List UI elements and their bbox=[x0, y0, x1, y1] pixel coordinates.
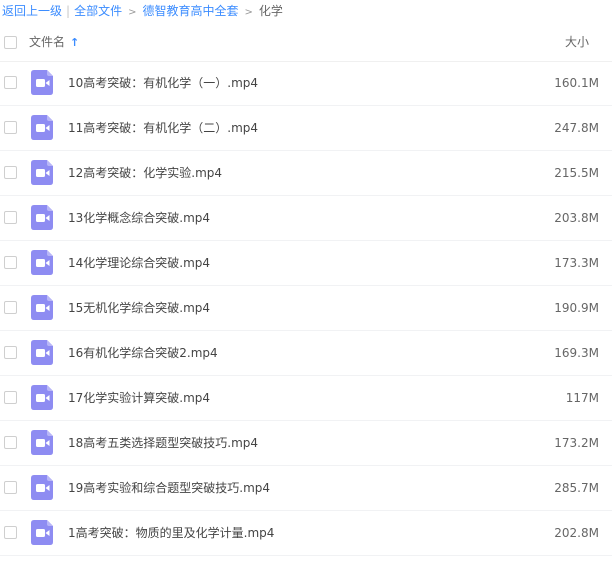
file-row[interactable]: 12高考突破：化学实验.mp4 215.5M bbox=[0, 151, 612, 196]
file-row[interactable]: 14化学理论综合突破.mp4 173.3M bbox=[0, 241, 612, 286]
video-file-icon bbox=[31, 520, 53, 545]
file-row[interactable]: 11高考突破：有机化学（二）.mp4 247.8M bbox=[0, 106, 612, 151]
file-name[interactable]: 15无机化学综合突破.mp4 bbox=[68, 300, 210, 316]
file-size: 203.8M bbox=[554, 211, 599, 225]
video-file-icon bbox=[31, 385, 53, 410]
breadcrumb-all-files[interactable]: 全部文件 bbox=[74, 4, 122, 18]
file-name[interactable]: 18高考五类选择题型突破技巧.mp4 bbox=[68, 435, 258, 451]
file-size: 117M bbox=[565, 391, 599, 405]
video-file-icon bbox=[31, 250, 53, 275]
file-size: 169.3M bbox=[554, 346, 599, 360]
breadcrumb: 返回上一级 | 全部文件 > 德智教育高中全套 > 化学 bbox=[2, 3, 283, 19]
breadcrumb-parent-folder[interactable]: 德智教育高中全套 bbox=[142, 4, 238, 18]
file-name[interactable]: 11高考突破：有机化学（二）.mp4 bbox=[68, 120, 258, 136]
row-checkbox[interactable] bbox=[4, 346, 17, 359]
row-checkbox[interactable] bbox=[4, 436, 17, 449]
video-file-icon bbox=[31, 205, 53, 230]
file-name[interactable]: 1高考突破：物质的里及化学计量.mp4 bbox=[68, 525, 274, 541]
file-list: 10高考突破：有机化学（一）.mp4 160.1M 11高考突破：有机化学（二）… bbox=[0, 61, 612, 556]
video-file-icon bbox=[31, 340, 53, 365]
file-size: 215.5M bbox=[554, 166, 599, 180]
file-size: 202.8M bbox=[554, 526, 599, 540]
breadcrumb-separator-bar: | bbox=[66, 4, 71, 18]
select-all-checkbox[interactable] bbox=[4, 36, 17, 49]
file-list-header: 文件名 ↑ 大小 bbox=[0, 25, 612, 62]
row-checkbox[interactable] bbox=[4, 166, 17, 179]
file-size: 173.3M bbox=[554, 256, 599, 270]
row-checkbox[interactable] bbox=[4, 301, 17, 314]
file-row[interactable]: 1高考突破：物质的里及化学计量.mp4 202.8M bbox=[0, 511, 612, 556]
file-name[interactable]: 12高考突破：化学实验.mp4 bbox=[68, 165, 222, 181]
file-name[interactable]: 10高考突破：有机化学（一）.mp4 bbox=[68, 75, 258, 91]
row-checkbox[interactable] bbox=[4, 256, 17, 269]
breadcrumb-chevron-icon: > bbox=[128, 7, 137, 18]
file-row[interactable]: 16有机化学综合突破2.mp4 169.3M bbox=[0, 331, 612, 376]
file-row[interactable]: 10高考突破：有机化学（一）.mp4 160.1M bbox=[0, 61, 612, 106]
file-name[interactable]: 16有机化学综合突破2.mp4 bbox=[68, 345, 218, 361]
breadcrumb-chevron-icon: > bbox=[244, 7, 253, 18]
sort-ascending-icon[interactable]: ↑ bbox=[70, 35, 79, 51]
file-name[interactable]: 14化学理论综合突破.mp4 bbox=[68, 255, 210, 271]
breadcrumb-current-folder: 化学 bbox=[258, 4, 283, 18]
row-checkbox[interactable] bbox=[4, 391, 17, 404]
row-checkbox[interactable] bbox=[4, 526, 17, 539]
file-row[interactable]: 15无机化学综合突破.mp4 190.9M bbox=[0, 286, 612, 331]
file-size: 190.9M bbox=[554, 301, 599, 315]
file-row[interactable]: 19高考实验和综合题型突破技巧.mp4 285.7M bbox=[0, 466, 612, 511]
column-header-name[interactable]: 文件名 ↑ bbox=[29, 34, 79, 51]
back-link[interactable]: 返回上一级 bbox=[2, 4, 62, 18]
file-size: 160.1M bbox=[554, 76, 599, 90]
row-checkbox[interactable] bbox=[4, 211, 17, 224]
file-size: 173.2M bbox=[554, 436, 599, 450]
file-name[interactable]: 19高考实验和综合题型突破技巧.mp4 bbox=[68, 480, 270, 496]
file-row[interactable]: 13化学概念综合突破.mp4 203.8M bbox=[0, 196, 612, 241]
column-header-size[interactable]: 大小 bbox=[565, 34, 589, 50]
row-checkbox[interactable] bbox=[4, 481, 17, 494]
column-header-name-label: 文件名 bbox=[29, 35, 66, 49]
video-file-icon bbox=[31, 295, 53, 320]
file-size: 285.7M bbox=[554, 481, 599, 495]
row-checkbox[interactable] bbox=[4, 76, 17, 89]
video-file-icon bbox=[31, 475, 53, 500]
video-file-icon bbox=[31, 115, 53, 140]
file-size: 247.8M bbox=[554, 121, 599, 135]
video-file-icon bbox=[31, 160, 53, 185]
row-checkbox[interactable] bbox=[4, 121, 17, 134]
video-file-icon bbox=[31, 70, 53, 95]
file-row[interactable]: 17化学实验计算突破.mp4 117M bbox=[0, 376, 612, 421]
video-file-icon bbox=[31, 430, 53, 455]
file-name[interactable]: 13化学概念综合突破.mp4 bbox=[68, 210, 210, 226]
file-name[interactable]: 17化学实验计算突破.mp4 bbox=[68, 390, 210, 406]
file-row[interactable]: 18高考五类选择题型突破技巧.mp4 173.2M bbox=[0, 421, 612, 466]
